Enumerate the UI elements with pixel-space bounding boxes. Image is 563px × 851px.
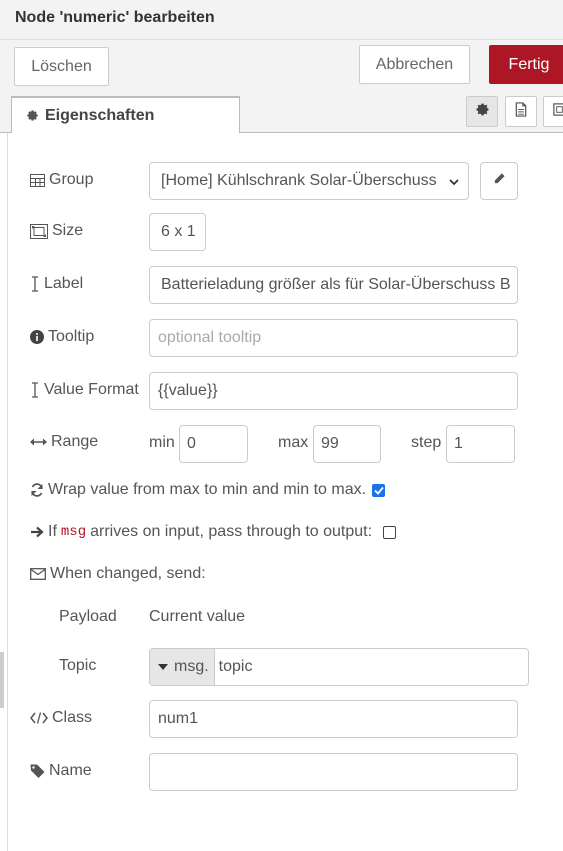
refresh-icon <box>30 483 44 497</box>
document-icon <box>514 101 528 122</box>
info-icon <box>30 330 44 344</box>
passthrough-row: If msg arrives on input, pass through to… <box>30 523 372 541</box>
table-icon <box>30 173 45 187</box>
when-changed-row: When changed, send: <box>30 565 206 583</box>
tab-properties-label: Eigenschaften <box>45 106 155 124</box>
range-step-input[interactable]: 1 <box>446 425 515 463</box>
tooltip-label-text: Tooltip <box>48 328 95 345</box>
range-step-label: step <box>411 434 442 451</box>
passthrough-suffix: arrives on input, pass through to output… <box>90 523 373 540</box>
label-label-text: Label <box>44 275 84 292</box>
text-cursor-icon <box>30 382 40 398</box>
gear-icon <box>475 102 490 122</box>
caret-down-icon <box>158 664 168 670</box>
dialog-header: Node 'numeric' bearbeiten <box>0 0 563 40</box>
wrap-label-text: Wrap value from max to min and min to ma… <box>48 481 367 498</box>
text-cursor-icon <box>30 276 40 292</box>
done-button[interactable]: Fertig <box>489 45 563 84</box>
envelope-icon <box>30 568 46 580</box>
group-label: Group <box>30 171 93 189</box>
group-select[interactable]: [Home] Kühlschrank Solar-Überschuss <box>149 162 469 200</box>
checkmark-icon <box>373 486 384 495</box>
topic-label: Topic <box>59 657 97 674</box>
topic-value: topic <box>218 658 253 675</box>
edit-group-button[interactable] <box>480 162 518 200</box>
tag-icon <box>30 764 45 778</box>
chevron-down-icon <box>448 175 460 193</box>
topic-type-prefix: msg. <box>174 658 209 675</box>
range-label-text: Range <box>51 433 99 450</box>
dialog-toolbar: Löschen Abbrechen Fertig <box>0 40 563 90</box>
arrows-horizontal-icon <box>30 436 47 448</box>
payload-value: Current value <box>149 608 246 625</box>
tab-appearance[interactable] <box>543 96 563 127</box>
arrow-right-icon <box>30 525 44 539</box>
range-label: Range <box>30 433 98 451</box>
pencil-icon <box>493 172 506 190</box>
tooltip-placeholder: optional tooltip <box>158 329 262 346</box>
range-step-value: 1 <box>454 435 463 452</box>
tab-properties[interactable]: Eigenschaften <box>11 96 240 134</box>
size-button[interactable]: 6 x 1 <box>149 213 206 251</box>
class-value: num1 <box>158 710 199 727</box>
group-select-value: [Home] Kühlschrank Solar-Überschuss <box>161 172 437 189</box>
range-max-value: 99 <box>321 435 339 452</box>
delete-button[interactable]: Löschen <box>14 47 109 86</box>
value-format-input[interactable]: {{value}} <box>149 372 518 410</box>
size-value: 6 x 1 <box>161 223 196 240</box>
size-label-text: Size <box>52 222 84 239</box>
msg-code: msg <box>60 524 87 540</box>
range-min-value: 0 <box>187 435 196 452</box>
dialog-title: Node 'numeric' bearbeiten <box>15 9 215 26</box>
code-icon <box>30 712 48 724</box>
tooltip-input[interactable]: optional tooltip <box>149 319 518 357</box>
tooltip-label: Tooltip <box>30 328 94 346</box>
topic-type-select[interactable]: msg. <box>150 649 215 685</box>
group-label-text: Group <box>49 171 94 188</box>
range-max-input[interactable]: 99 <box>313 425 381 463</box>
cancel-button[interactable]: Abbrechen <box>359 45 470 84</box>
name-label-text: Name <box>49 762 92 779</box>
value-format-label: Value Format <box>30 381 139 399</box>
class-input[interactable]: num1 <box>149 700 518 738</box>
tab-settings[interactable] <box>466 96 498 127</box>
gear-icon <box>26 109 39 122</box>
frame-icon <box>552 102 563 122</box>
range-min-input[interactable]: 0 <box>179 425 248 463</box>
range-min-label: min <box>149 434 175 451</box>
value-format-value: {{value}} <box>158 382 218 399</box>
value-format-label-text: Value Format <box>44 381 139 398</box>
range-max-label: max <box>278 434 309 451</box>
passthrough-checkbox[interactable] <box>383 526 396 539</box>
when-changed-text: When changed, send: <box>50 565 206 582</box>
panel-resize-handle[interactable] <box>0 652 4 708</box>
class-label-text: Class <box>52 709 93 726</box>
tab-bar: Eigenschaften <box>0 90 563 134</box>
size-label: Size <box>30 222 83 240</box>
tab-description[interactable] <box>505 96 537 127</box>
label-input[interactable]: Batterieladung größer als für Solar-Über… <box>149 266 518 304</box>
passthrough-prefix: If <box>48 523 57 540</box>
name-input[interactable] <box>149 753 518 791</box>
payload-label: Payload <box>59 608 117 625</box>
topic-typed-input[interactable]: msg. topic <box>149 648 529 686</box>
name-label: Name <box>30 762 92 780</box>
wrap-row: Wrap value from max to min and min to ma… <box>30 481 366 499</box>
resize-icon <box>30 223 48 239</box>
class-label: Class <box>30 709 92 727</box>
wrap-checkbox[interactable] <box>372 484 385 497</box>
label-input-value: Batterieladung größer als für Solar-Über… <box>161 276 511 293</box>
label-label: Label <box>30 275 83 293</box>
